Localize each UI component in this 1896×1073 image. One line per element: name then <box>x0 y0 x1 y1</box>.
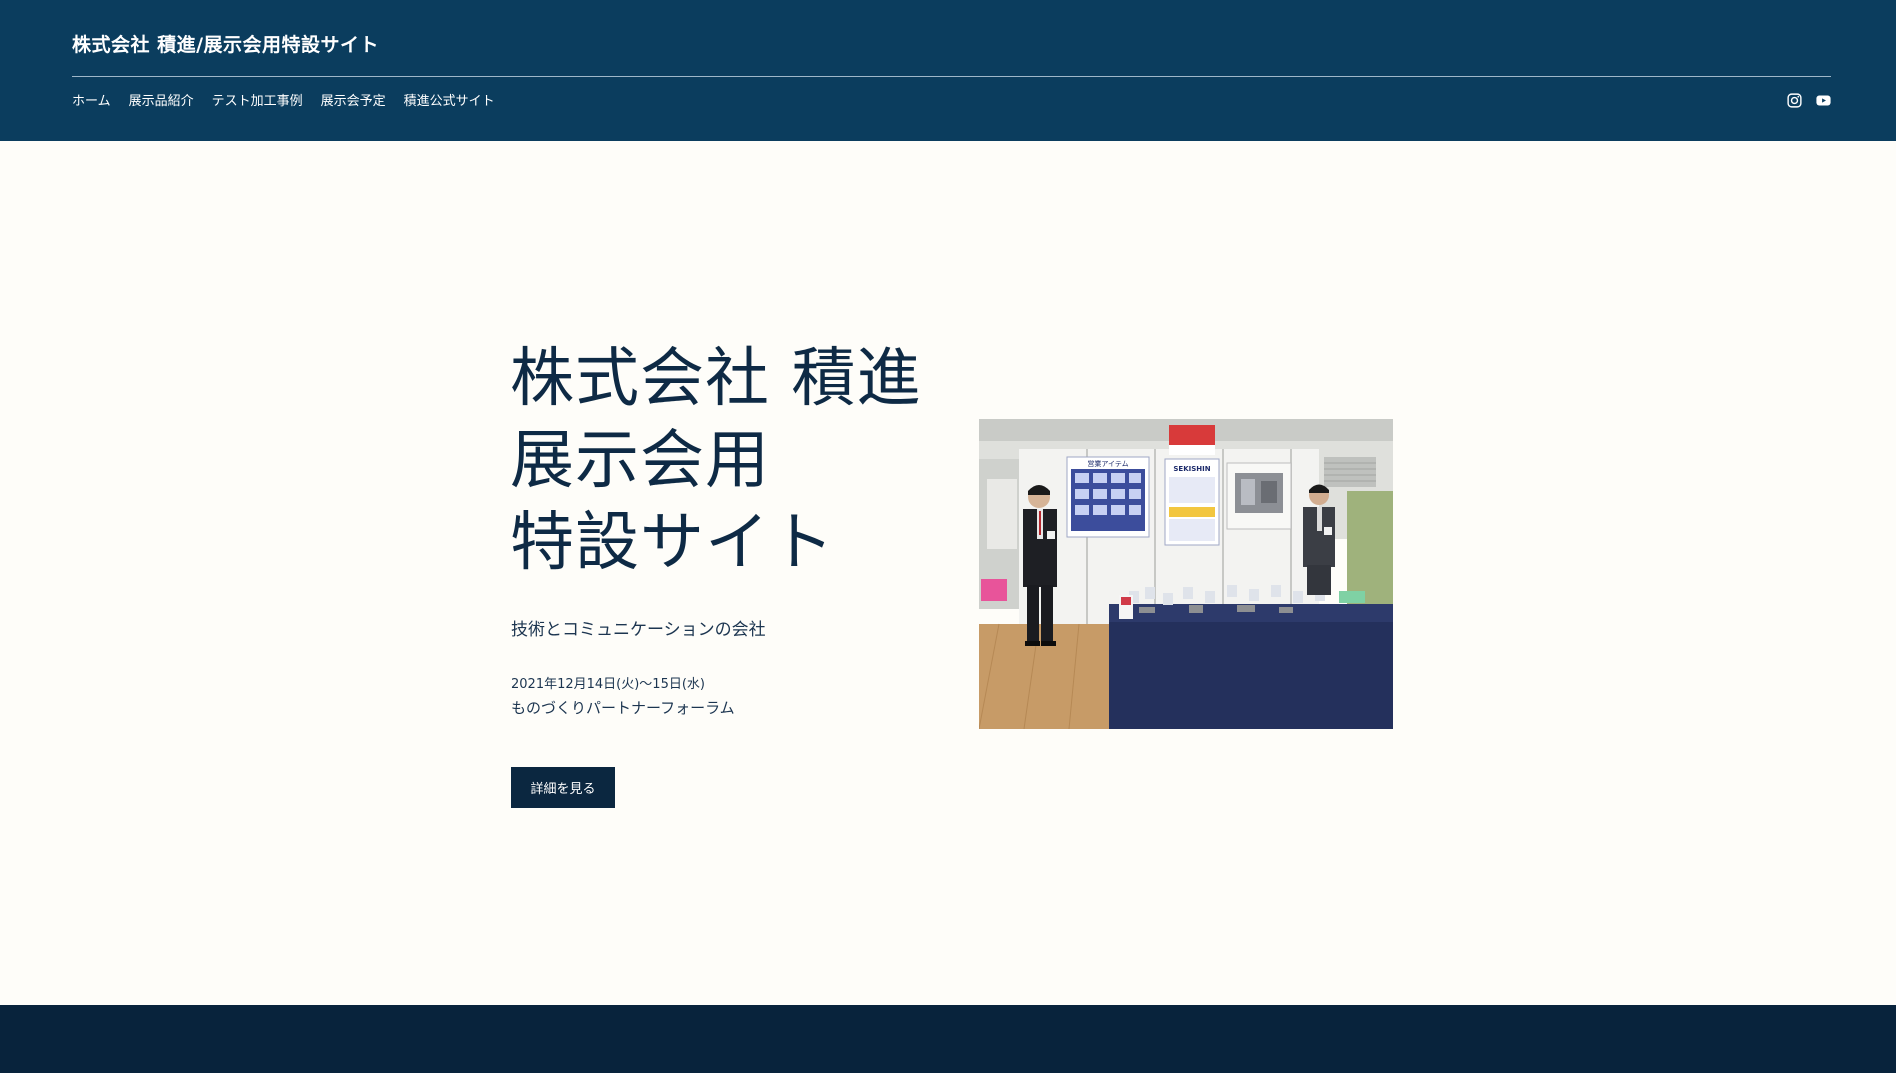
exhibition-booth-photo: 営業アイテム SEKISHIN <box>979 419 1393 729</box>
nav-test-cases[interactable]: テスト加工事例 <box>212 90 303 109</box>
hero-tagline: 技術とコミュニケーションの会社 <box>511 620 766 640</box>
nav-exhibits[interactable]: 展示品紹介 <box>129 90 194 109</box>
hero-title-line-3: 特設サイト <box>510 506 835 580</box>
youtube-icon[interactable] <box>1815 92 1832 109</box>
instagram-icon[interactable] <box>1786 92 1803 109</box>
site-footer <box>0 1005 1896 1073</box>
hero-title-line-2: 展示会用 <box>510 424 770 498</box>
nav-official-site[interactable]: 積進公式サイト <box>404 90 495 109</box>
nav-schedule[interactable]: 展示会予定 <box>321 90 386 109</box>
site-title[interactable]: 株式会社 積進/展示会用特設サイト <box>72 30 379 57</box>
poster-title: 営業アイテム <box>1087 459 1128 468</box>
hero-title: 株式会社 積進 展示会用 特設サイト <box>510 338 921 584</box>
event-date: 2021年12月14日(火)〜15日(水) <box>511 677 705 692</box>
site-header: 株式会社 積進/展示会用特設サイト ホーム 展示品紹介 テスト加工事例 展示会予… <box>0 0 1896 141</box>
event-name: ものづくりパートナーフォーラム <box>511 699 735 717</box>
header-divider <box>72 76 1831 77</box>
panel-badge: SEKISHIN <box>1173 465 1210 473</box>
social-links <box>1786 92 1832 109</box>
nav-home[interactable]: ホーム <box>72 90 111 109</box>
hero-title-line-1: 株式会社 積進 <box>510 342 922 416</box>
view-details-button[interactable]: 詳細を見る <box>511 767 615 808</box>
booth-photo-illustration: 営業アイテム SEKISHIN <box>979 419 1393 729</box>
main-nav: ホーム 展示品紹介 テスト加工事例 展示会予定 積進公式サイト <box>72 90 495 109</box>
